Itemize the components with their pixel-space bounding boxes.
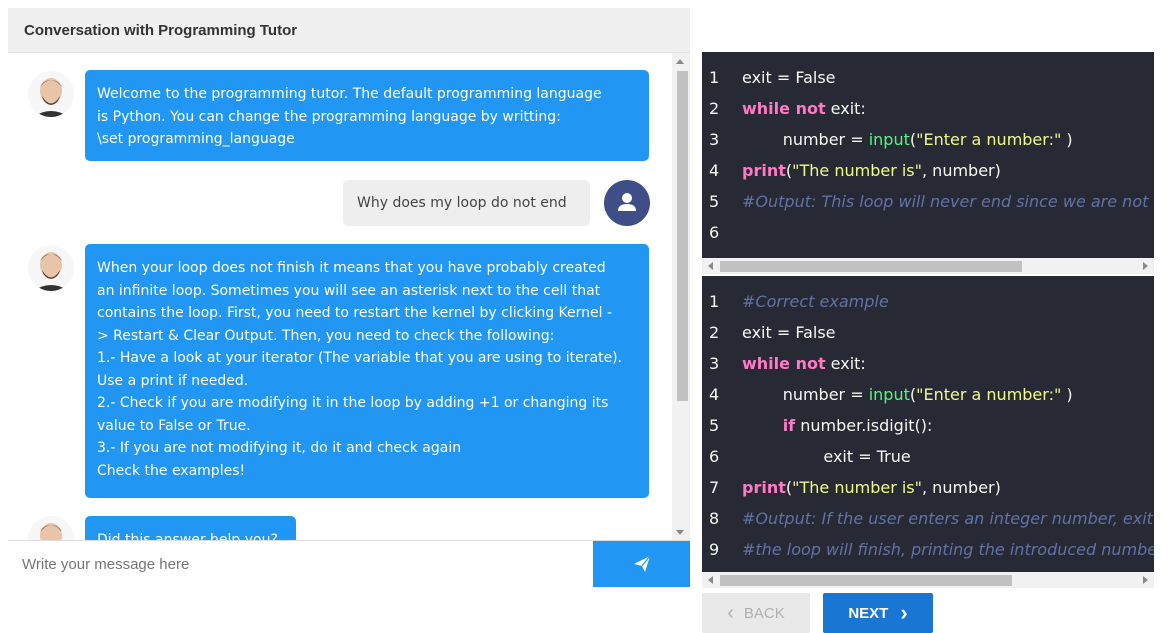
code-text: print("The number is", number) [742,161,1001,180]
line-number: 4 [709,385,720,404]
line-number: 2 [709,99,720,118]
line-number: 6 [709,447,720,466]
message-input[interactable] [8,541,593,587]
tutor-message: When your loop does not finish it means … [85,244,649,498]
line-number: 4 [709,161,720,180]
line-number: 5 [709,416,720,435]
tutor-message: Welcome to the programming tutor. The de… [85,70,649,161]
scroll-right-icon[interactable] [1143,262,1148,270]
scroll-thumb[interactable] [720,575,1012,586]
user-avatar [604,180,650,226]
code-text: number = input("Enter a number:" ) [742,130,1073,149]
chat-panel: Conversation with Programming Tutor Welc… [8,8,690,587]
next-label: NEXT [848,604,889,622]
line-number: 1 [709,68,720,87]
next-button[interactable]: NEXT › [823,593,933,633]
code-panel-1-scrollbar[interactable] [702,258,1154,274]
chat-scrollbar[interactable] [672,53,690,541]
line-number: 3 [709,354,720,373]
code-panel-2: 1 #Correct example 2 exit = False 3 while not… [702,276,1154,572]
tutor-avatar [28,516,74,541]
code-text: #the loop will finish, printing the intr… [742,540,1154,559]
tutor-avatar [28,71,74,117]
code-text: while not exit: [742,99,866,118]
line-number: 3 [709,130,720,149]
tutor-message: Did this answer help you? [85,516,296,541]
code-text: if number.isdigit(): [782,416,933,435]
code-text: print("The number is", number) [742,478,1001,497]
line-number: 7 [709,478,720,497]
scroll-right-icon[interactable] [1143,576,1148,584]
line-number: 8 [709,509,720,528]
code-text: #Correct example [742,292,889,311]
code-text: exit = False [742,323,836,342]
scroll-left-icon[interactable] [708,262,713,270]
back-button[interactable]: ‹ BACK [702,593,810,633]
send-icon [633,555,650,572]
line-number: 1 [709,292,720,311]
line-number: 5 [709,192,720,211]
scroll-thumb[interactable] [677,71,688,401]
code-text: exit = False [742,68,836,87]
code-text: number = input("Enter a number:" ) [742,385,1073,404]
scroll-up-icon[interactable] [676,59,684,64]
code-panel-2-scrollbar[interactable] [702,572,1154,588]
chevron-left-icon: ‹ [727,601,734,624]
user-message: Why does my loop do not end [343,180,590,226]
scroll-down-icon[interactable] [676,530,684,535]
line-number: 6 [709,223,720,242]
message-list: Welcome to the programming tutor. The de… [8,53,690,541]
code-text: #Output: This loop will never end since … [742,192,1154,211]
chevron-right-icon: › [900,600,908,625]
line-number: 2 [709,323,720,342]
scroll-thumb[interactable] [720,261,1022,272]
code-text: exit = True [742,447,911,466]
code-text: while not exit: [742,354,866,373]
chat-title: Conversation with Programming Tutor [8,8,690,53]
code-panel-1: 1 exit = False 2 while not exit: 3 number = … [702,52,1154,258]
line-number: 9 [709,540,720,559]
scroll-left-icon[interactable] [708,576,713,584]
code-text: #Output: If the user enters an integer n… [742,509,1154,528]
tutor-avatar [28,245,74,291]
back-label: BACK [743,604,785,622]
message-composer [8,540,690,587]
send-button[interactable] [593,541,690,587]
